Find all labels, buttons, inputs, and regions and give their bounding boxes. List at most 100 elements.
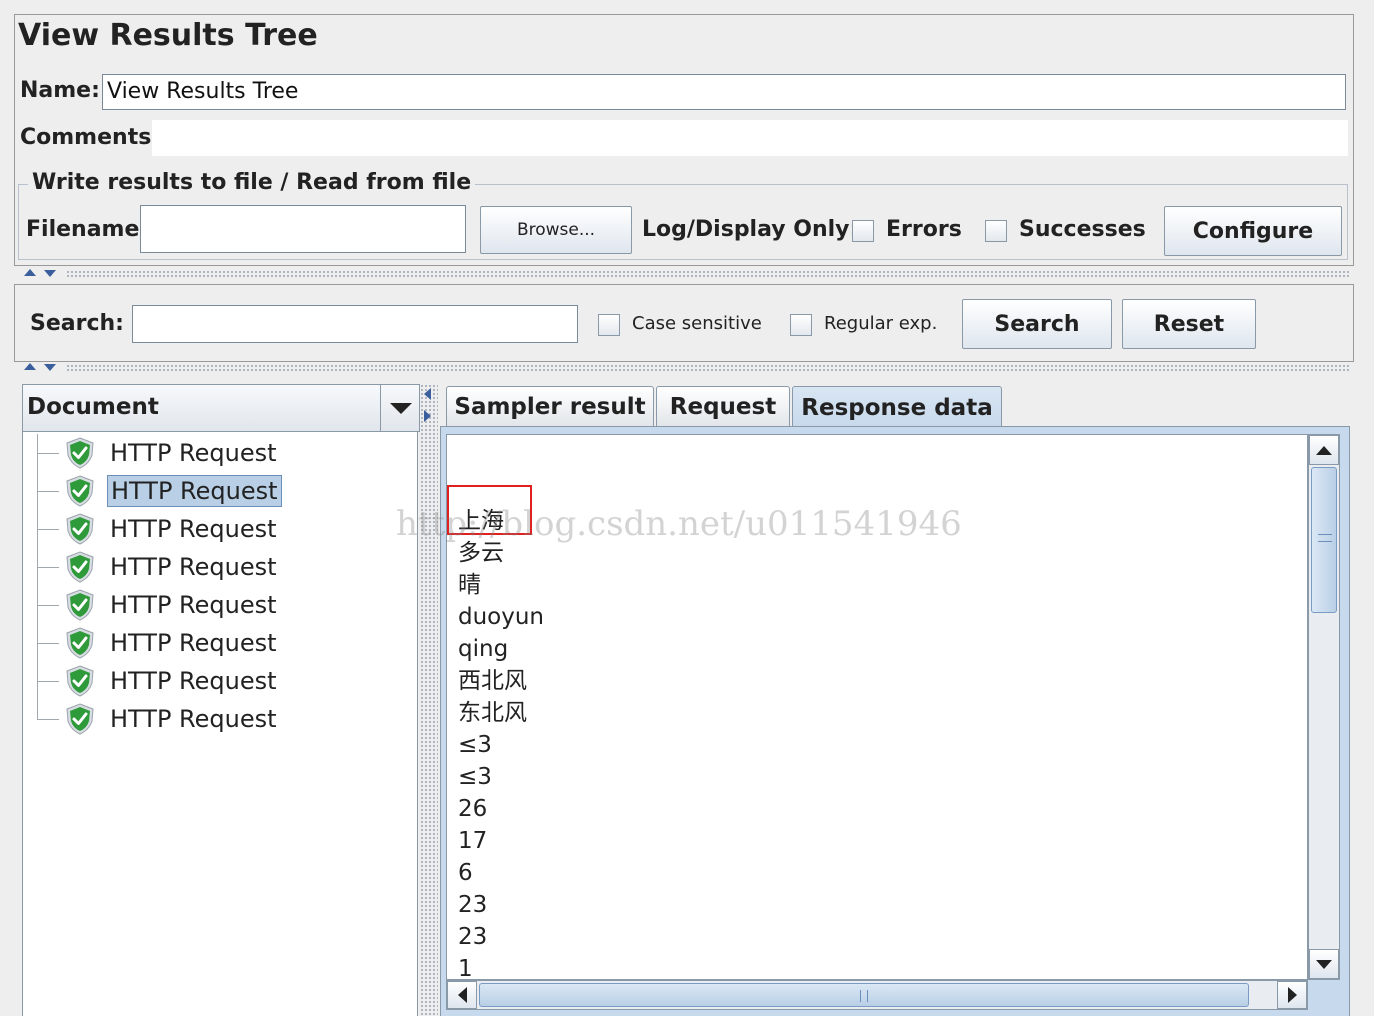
grip-icon bbox=[1318, 534, 1332, 542]
response-line: 1 bbox=[458, 956, 473, 980]
tree-item-label: HTTP Request bbox=[110, 553, 277, 581]
tree-connector bbox=[37, 719, 59, 720]
renderer-select[interactable]: Document bbox=[22, 384, 420, 432]
success-shield-icon bbox=[66, 703, 94, 735]
tree-connector bbox=[37, 567, 59, 568]
scroll-left-button[interactable] bbox=[447, 981, 477, 1009]
tree-connector bbox=[37, 643, 59, 644]
horizontal-scroll-thumb[interactable] bbox=[479, 983, 1249, 1007]
success-shield-icon bbox=[66, 437, 94, 469]
scroll-up-button[interactable] bbox=[1309, 435, 1339, 465]
vertical-scrollbar[interactable] bbox=[1308, 434, 1340, 980]
response-lines: 上海 多云晴 duoyun qing 西北风 东北风 ≤3 ≤3 26 17 6 23 23 1 bbox=[458, 505, 544, 980]
tree-item[interactable]: HTTP Request bbox=[23, 510, 419, 548]
tab-sampler-result[interactable]: Sampler result bbox=[446, 386, 654, 426]
vertical-scroll-thumb[interactable] bbox=[1311, 467, 1337, 613]
response-line: qing bbox=[458, 636, 509, 662]
split-up-arrow-icon[interactable] bbox=[24, 269, 36, 276]
tree-list: HTTP Request HTTP Request HTTP Request HTTP… bbox=[23, 434, 419, 738]
filename-input[interactable] bbox=[140, 205, 466, 253]
tree-item-label: HTTP Request bbox=[110, 667, 277, 695]
tab-request[interactable]: Request bbox=[656, 386, 790, 426]
errors-checkbox[interactable] bbox=[852, 220, 874, 242]
grip-icon bbox=[860, 990, 868, 1002]
scroll-down-icon bbox=[1316, 959, 1332, 969]
search-label: Search: bbox=[30, 311, 124, 336]
split-collapse-icon-2[interactable] bbox=[22, 362, 66, 372]
scroll-down-button[interactable] bbox=[1309, 949, 1339, 979]
tree-connector bbox=[37, 605, 59, 606]
tree-item[interactable]: HTTP Request bbox=[23, 586, 419, 624]
configure-button[interactable]: Configure bbox=[1164, 206, 1342, 256]
file-group-title: Write results to file / Read from file bbox=[28, 170, 476, 195]
scroll-up-icon bbox=[1316, 445, 1332, 455]
tree-item[interactable]: HTTP Request bbox=[23, 434, 419, 472]
success-shield-icon bbox=[66, 551, 94, 583]
search-button[interactable]: Search bbox=[962, 299, 1112, 349]
regex-label: Regular exp. bbox=[824, 313, 938, 334]
panel-title: View Results Tree bbox=[18, 18, 318, 53]
horizontal-scrollbar[interactable] bbox=[446, 980, 1308, 1010]
success-shield-icon bbox=[66, 665, 94, 697]
splitter-top[interactable] bbox=[66, 270, 1350, 278]
split-down-arrow-icon[interactable] bbox=[44, 364, 56, 371]
tree-item-label: HTTP Request bbox=[110, 515, 277, 543]
regex-checkbox[interactable] bbox=[790, 314, 812, 336]
scroll-right-button[interactable] bbox=[1277, 981, 1307, 1009]
split-collapse-icon[interactable] bbox=[22, 268, 66, 278]
name-label: Name: bbox=[20, 78, 100, 103]
case-sensitive-checkbox[interactable] bbox=[598, 314, 620, 336]
name-field[interactable]: View Results Tree bbox=[102, 74, 1346, 110]
response-line: 26 bbox=[458, 796, 488, 822]
tree-item[interactable]: HTTP Request bbox=[23, 662, 419, 700]
tree-item[interactable]: HTTP Request bbox=[23, 624, 419, 662]
comments-field[interactable] bbox=[152, 120, 1348, 156]
successes-checkbox[interactable] bbox=[985, 220, 1007, 242]
split-left-arrow-icon[interactable] bbox=[424, 388, 431, 400]
split-up-arrow-icon[interactable] bbox=[24, 363, 36, 370]
tree-item-label: HTTP Request bbox=[107, 475, 282, 507]
response-line: 23 bbox=[458, 892, 488, 918]
tree-item-label: HTTP Request bbox=[110, 629, 277, 657]
response-line: 6 bbox=[458, 860, 473, 886]
tree-item[interactable]: HTTP Request bbox=[23, 700, 419, 738]
successes-label: Successes bbox=[1019, 217, 1146, 242]
reset-button[interactable]: Reset bbox=[1122, 299, 1256, 349]
success-shield-icon bbox=[66, 589, 94, 621]
response-line: 17 bbox=[458, 828, 488, 854]
errors-label: Errors bbox=[886, 217, 962, 242]
tree-connector bbox=[37, 491, 59, 492]
response-line: 东北风 bbox=[458, 700, 527, 726]
vertical-splitter[interactable] bbox=[420, 384, 438, 1016]
renderer-dropdown-button[interactable] bbox=[380, 385, 420, 431]
tab-response-data[interactable]: Response data bbox=[792, 386, 1002, 428]
tree-item[interactable]: HTTP Request bbox=[23, 472, 419, 510]
success-shield-icon bbox=[66, 513, 94, 545]
search-input[interactable] bbox=[132, 305, 578, 343]
response-line: 晴 bbox=[458, 572, 481, 598]
log-display-label: Log/Display Only: bbox=[642, 217, 859, 242]
scroll-right-icon bbox=[1287, 987, 1297, 1003]
success-shield-icon bbox=[66, 475, 94, 507]
tree-item-label: HTTP Request bbox=[110, 439, 277, 467]
tree-connector bbox=[37, 529, 59, 530]
tree-connector bbox=[37, 453, 59, 454]
split-right-arrow-icon[interactable] bbox=[424, 410, 431, 422]
response-line: 23 bbox=[458, 924, 488, 950]
tree-item-label: HTTP Request bbox=[110, 705, 277, 733]
response-line: ≤3 bbox=[458, 764, 492, 790]
tree-item[interactable]: HTTP Request bbox=[23, 548, 419, 586]
case-sensitive-label: Case sensitive bbox=[632, 313, 762, 334]
chevron-down-icon bbox=[390, 403, 412, 414]
splitter-middle[interactable] bbox=[66, 364, 1350, 372]
browse-button[interactable]: Browse... bbox=[480, 206, 632, 254]
response-line: ≤3 bbox=[458, 732, 492, 758]
scroll-left-icon bbox=[457, 987, 467, 1003]
split-down-arrow-icon[interactable] bbox=[44, 270, 56, 277]
response-line: 西北风 bbox=[458, 668, 527, 694]
success-shield-icon bbox=[66, 627, 94, 659]
watermark: http://blog.csdn.net/u011541946 bbox=[396, 504, 962, 544]
filename-label: Filename bbox=[26, 217, 140, 242]
results-tree: HTTP Request HTTP Request HTTP Request HTTP… bbox=[22, 432, 418, 1016]
tree-connector bbox=[37, 700, 38, 719]
